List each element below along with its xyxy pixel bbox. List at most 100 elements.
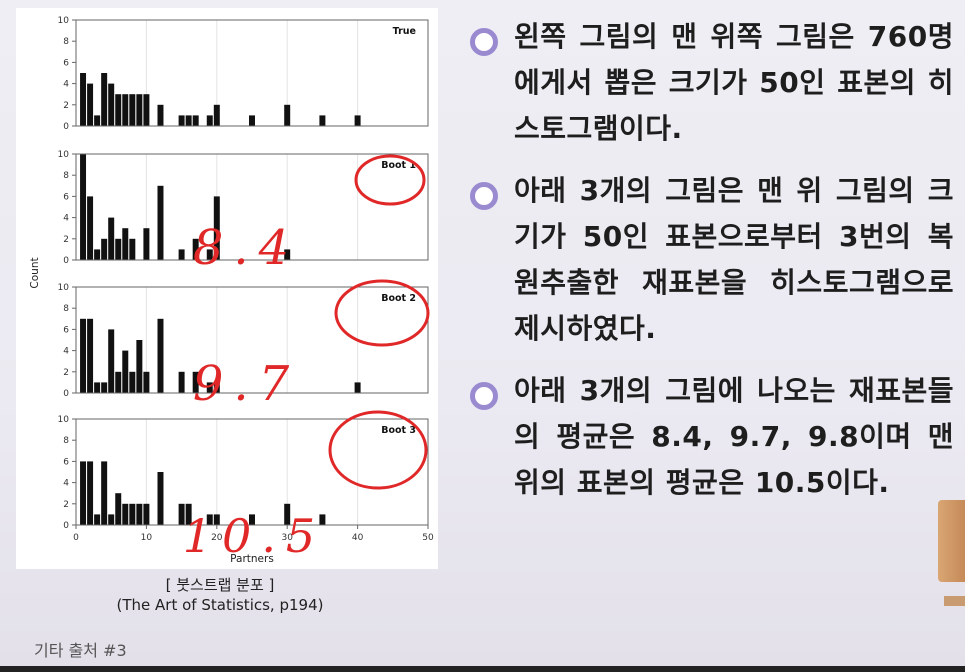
y-tick-label: 6	[63, 325, 69, 335]
bullet-item: 왼쪽 그림의 맨 위쪽 그림은 760명에게서 뽑은 크기가 50인 표본의 히…	[470, 14, 954, 152]
histogram-chart: 0246810True0246810Boot 10246810Boot 2024…	[29, 16, 434, 565]
y-tick-label: 4	[63, 479, 69, 489]
bullet-circle-icon	[470, 182, 498, 210]
histogram-bar	[101, 238, 108, 260]
y-tick-label: 8	[63, 171, 69, 181]
histogram-bar	[80, 154, 87, 260]
x-tick-label: 50	[422, 533, 434, 543]
histogram-bar	[206, 115, 213, 126]
histogram-bar	[143, 228, 150, 260]
figure-caption-title: [ 붓스트랩 분포 ]	[165, 576, 275, 594]
histogram-bar	[143, 503, 150, 525]
decorative-wood-block	[944, 596, 965, 606]
bullet-list: 왼쪽 그림의 맨 위쪽 그림은 760명에게서 뽑은 크기가 50인 표본의 히…	[470, 14, 954, 522]
y-tick-label: 10	[58, 283, 70, 293]
histogram-bar	[157, 104, 164, 126]
histogram-bar	[80, 73, 87, 126]
y-tick-label: 6	[63, 58, 69, 68]
y-tick-label: 8	[63, 37, 69, 47]
histogram-bar	[129, 503, 136, 525]
ink-circle	[334, 279, 430, 347]
y-tick-label: 0	[63, 256, 69, 266]
histogram-bar	[129, 371, 136, 393]
histogram-bar	[136, 503, 143, 525]
y-tick-label: 6	[63, 192, 69, 202]
histogram-bar	[157, 185, 164, 260]
histogram-bar	[185, 115, 192, 126]
histogram-bar	[108, 217, 115, 260]
y-tick-label: 2	[63, 368, 69, 378]
y-tick-label: 2	[63, 500, 69, 510]
histogram-bar	[115, 238, 122, 260]
histogram-bar	[87, 318, 94, 393]
handwritten-mean: 10.5	[183, 509, 325, 563]
histogram-bar	[80, 318, 87, 393]
histogram-bar	[178, 371, 185, 393]
histogram-bar	[94, 382, 101, 393]
histogram-bar	[94, 115, 101, 126]
y-tick-label: 2	[63, 101, 69, 111]
y-tick-label: 0	[63, 122, 69, 132]
bullet-text: 왼쪽 그림의 맨 위쪽 그림은 760명에게서 뽑은 크기가 50인 표본의 히…	[514, 20, 954, 145]
histogram-bar	[129, 94, 136, 126]
histogram-bar	[122, 94, 129, 126]
y-tick-label: 6	[63, 457, 69, 467]
histogram-bar	[115, 371, 122, 393]
y-tick-label: 10	[58, 415, 70, 425]
decorative-wood-block	[938, 500, 965, 582]
y-axis-label: Count	[29, 257, 41, 288]
histogram-bar	[108, 514, 115, 525]
histogram-bar	[122, 350, 129, 393]
x-tick-label: 0	[73, 533, 79, 543]
x-tick-label: 10	[141, 533, 153, 543]
handwritten-mean: 8.4	[193, 220, 299, 276]
histogram-bar	[157, 318, 164, 393]
histogram-bar	[143, 94, 150, 126]
y-tick-label: 10	[58, 150, 70, 160]
histogram-bar	[157, 472, 164, 525]
histogram-bar	[115, 94, 122, 126]
bullet-text: 아래 3개의 그림은 맨 위 그림의 크기가 50인 표본으로부터 3번의 복원…	[514, 174, 954, 345]
ink-circle	[328, 410, 428, 490]
histogram-bar	[319, 115, 326, 126]
histogram-bar	[80, 461, 87, 525]
bottom-bar	[0, 666, 965, 672]
histogram-bar	[94, 514, 101, 525]
histogram-bar	[101, 73, 108, 126]
panel-frame	[75, 19, 429, 127]
histogram-bar	[101, 382, 108, 393]
histogram-bar	[136, 340, 143, 393]
histogram-bar	[94, 249, 101, 260]
x-tick-label: 40	[352, 533, 364, 543]
y-tick-label: 2	[63, 235, 69, 245]
y-tick-label: 4	[63, 214, 69, 224]
histogram-bar	[178, 115, 185, 126]
histogram-bar	[87, 83, 94, 126]
histogram-bar	[108, 329, 115, 393]
histogram-bar	[354, 115, 361, 126]
y-tick-label: 4	[63, 347, 69, 357]
y-tick-label: 4	[63, 80, 69, 90]
histogram-bar	[101, 461, 108, 525]
bootstrap-histogram-figure: 0 2 4 6 8 10 True 0 2 4 6 8 10 Boot 1 0 2 4 6 8 10 Boot 2024…	[16, 8, 438, 569]
panel-label: Boot 3	[381, 425, 416, 436]
handwritten-mean: 9.7	[193, 356, 299, 412]
histogram-bar	[108, 83, 115, 126]
panel-label: True	[393, 26, 416, 37]
histogram-bar	[122, 503, 129, 525]
bullet-text: 아래 3개의 그림에 나오는 재표본들의 평균은 8.4, 9.7, 9.8이며…	[514, 374, 954, 499]
histogram-bar	[122, 228, 129, 260]
source-footer: 기타 출처 #3	[34, 641, 127, 660]
histogram-bar	[87, 461, 94, 525]
histogram-bar	[284, 104, 291, 126]
figure-caption-source: (The Art of Statistics, p194)	[116, 596, 324, 614]
histogram-bar	[143, 371, 150, 393]
histogram-bar	[87, 196, 94, 260]
y-tick-label: 8	[63, 304, 69, 314]
bullet-item: 아래 3개의 그림에 나오는 재표본들의 평균은 8.4, 9.7, 9.8이며…	[470, 368, 954, 506]
histogram-bar	[129, 238, 136, 260]
histogram-bar	[178, 249, 185, 260]
histogram-bar	[115, 493, 122, 525]
y-tick-label: 8	[63, 436, 69, 446]
y-tick-label: 10	[58, 16, 70, 26]
